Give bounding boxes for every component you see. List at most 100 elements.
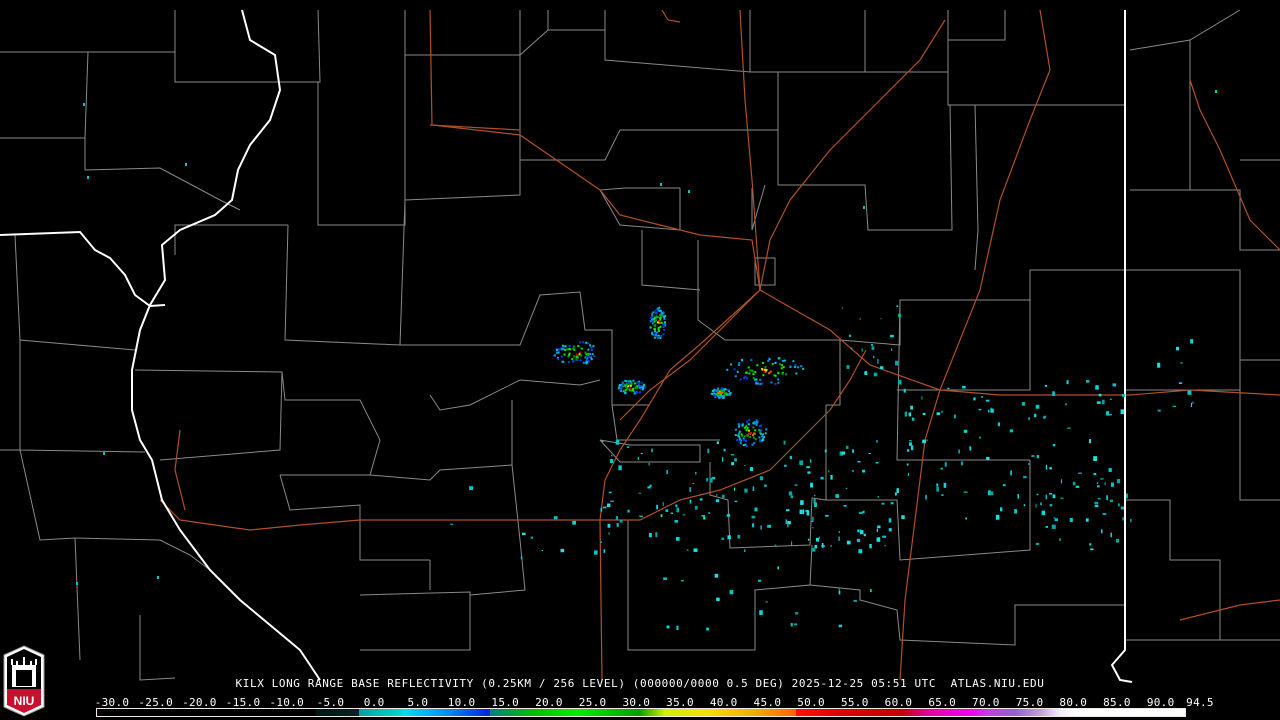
echo-pixel [800,500,804,505]
echo-pixel [1060,497,1064,499]
echo-pixel [761,435,764,438]
echo-pixel [799,509,803,515]
echo-pixel [910,405,913,410]
echo-pixel [1034,413,1037,418]
echo-pixel [852,470,854,472]
echo-pixel [758,428,761,431]
echo-pixel [582,341,585,344]
echo-pixel [745,371,748,374]
echo-pixel [1035,503,1037,508]
echo-pixel [722,494,725,498]
echo-pixel [777,381,780,384]
echo-pixel [627,509,630,513]
echo-pixel [857,460,861,463]
echo-pixel [738,437,741,440]
echo-pixel [590,349,593,352]
echo-pixel [953,414,957,419]
echo-pixel [838,590,841,595]
echo-pixel [716,597,720,602]
echo-pixel [756,364,759,367]
echo-pixel [666,625,670,629]
echo-pixel [750,358,753,361]
echo-pixel [907,449,910,452]
echo-pixel [660,514,663,518]
echo-pixel [587,348,590,351]
echo-pixel [936,483,939,487]
echo-pixel [638,380,641,383]
echo-pixel [1157,409,1161,412]
echo-pixel [745,439,748,442]
echo-pixel [811,547,816,552]
echo-pixel [1120,506,1125,510]
echo-pixel [846,365,850,369]
echo-pixel [958,449,960,454]
echo-pixel [1094,504,1099,508]
echo-pixel [662,311,665,314]
echo-pixel [785,373,788,376]
echo-pixel [1093,456,1098,462]
echo-pixel [861,348,863,352]
echo-pixel [737,423,740,426]
echo-pixel [1078,472,1082,474]
echo-pixel [587,353,590,356]
echo-pixel [706,477,708,482]
echo-pixel [624,384,627,387]
echo-pixel [785,519,787,524]
echo-pixel [744,488,748,493]
echo-pixel [1075,485,1080,488]
echo-pixel [802,367,805,370]
echo-pixel [572,345,575,348]
echo-pixel [541,550,544,552]
echo-pixel [560,355,563,358]
echo-pixel [1090,548,1094,551]
echo-pixel [1106,495,1108,501]
echo-pixel [979,436,981,439]
echo-pixel [820,476,824,480]
echo-pixel [863,533,866,537]
echo-pixel [828,470,830,473]
echo-pixel [733,487,736,491]
echo-pixel [627,380,630,383]
echo-pixel [648,462,650,466]
echo-pixel [806,466,810,469]
echo-pixel [1049,493,1053,495]
echo-pixel [737,364,740,367]
road-network [159,9,1280,681]
echo-pixel [904,411,908,417]
echo-pixel [1089,439,1091,444]
echo-pixel [792,360,795,363]
echo-pixel [806,510,810,516]
echo-pixel [639,384,642,387]
echo-pixel [632,379,635,382]
echo-pixel [740,433,743,436]
echo-pixel [734,375,737,378]
echo-pixel [859,529,862,533]
echo-pixel [796,366,799,369]
echo-pixel [838,624,843,628]
echo-pixel [754,438,757,441]
echo-pixel [752,376,755,379]
echo-pixel [752,373,755,376]
echo-pixel [655,312,658,315]
echo-pixel [626,383,629,386]
echo-pixel [1069,517,1073,523]
echo-pixel [1116,478,1121,484]
echo-pixel [876,537,881,542]
echo-pixel [653,330,656,333]
echo-pixel [687,549,689,551]
echo-pixel [729,590,734,595]
echo-pixel [736,438,739,441]
echo-pixel [752,426,755,429]
echo-pixel [87,176,89,179]
echo-pixel [851,347,853,349]
echo-pixel [619,388,622,391]
echo-pixel [689,487,692,492]
echo-pixel [873,355,875,359]
echo-pixel [895,360,899,366]
echo-pixel [869,543,872,549]
echo-pixel [568,352,571,355]
echo-pixel [774,544,777,546]
echo-pixel [1085,518,1089,522]
echo-pixel [963,429,968,433]
echo-pixel [754,371,757,374]
